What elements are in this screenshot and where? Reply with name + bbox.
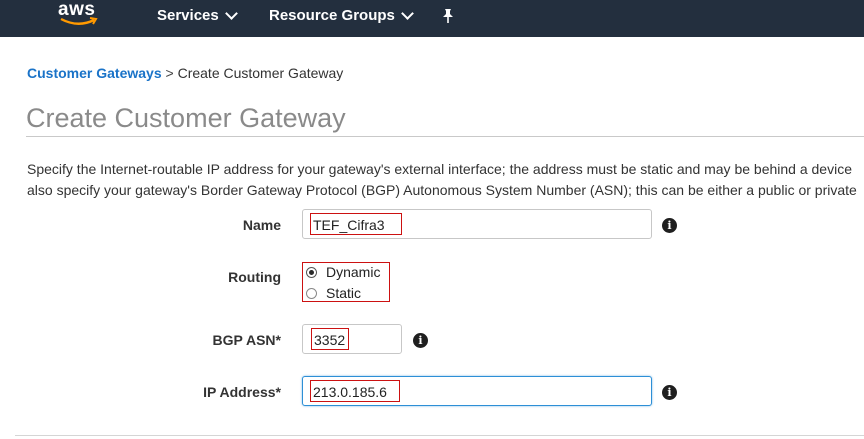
routing-option-dynamic[interactable]: Dynamic bbox=[306, 264, 380, 280]
routing-label: Routing bbox=[228, 269, 281, 285]
info-icon[interactable]: i bbox=[413, 333, 428, 348]
bgp-asn-value: 3352 bbox=[311, 328, 349, 350]
aws-logo[interactable]: aws bbox=[58, 0, 104, 34]
breadcrumb-separator: > bbox=[165, 65, 174, 81]
page-title: Create Customer Gateway bbox=[26, 103, 346, 133]
page-description: Specify the Internet-routable IP address… bbox=[27, 159, 857, 201]
breadcrumb-current: Create Customer Gateway bbox=[177, 65, 344, 81]
radio-dynamic[interactable] bbox=[306, 266, 317, 278]
description-line-1: Specify the Internet-routable IP address… bbox=[27, 161, 852, 177]
name-input[interactable]: TEF_Cifra3 bbox=[302, 209, 652, 239]
resource-groups-menu[interactable]: Resource Groups bbox=[269, 7, 414, 24]
name-label: Name bbox=[242, 217, 281, 233]
services-label: Services bbox=[157, 7, 219, 24]
breadcrumb: Customer Gateways > Create Customer Gate… bbox=[27, 65, 343, 81]
aws-smile-icon bbox=[60, 17, 98, 25]
info-icon[interactable]: i bbox=[662, 218, 677, 233]
top-nav-bar: aws Services Resource Groups bbox=[0, 0, 864, 37]
pin-icon[interactable] bbox=[441, 8, 455, 29]
bottom-divider bbox=[15, 435, 864, 436]
bgp-asn-label: BGP ASN* bbox=[212, 332, 281, 348]
description-line-2: also specify your gateway's Border Gatew… bbox=[27, 182, 857, 198]
ip-address-value: 213.0.185.6 bbox=[310, 380, 400, 402]
routing-option-label: Dynamic bbox=[326, 264, 381, 280]
ip-address-input[interactable]: 213.0.185.6 bbox=[302, 376, 652, 406]
radio-static[interactable] bbox=[306, 287, 317, 299]
chevron-down-icon bbox=[224, 7, 238, 20]
routing-option-static[interactable]: Static bbox=[306, 285, 361, 301]
chevron-down-icon bbox=[401, 7, 414, 20]
name-value: TEF_Cifra3 bbox=[310, 213, 402, 235]
breadcrumb-customer-gateways-link[interactable]: Customer Gateways bbox=[27, 65, 162, 81]
ip-address-label: IP Address* bbox=[203, 384, 281, 400]
routing-radio-group: Dynamic Static bbox=[302, 262, 390, 302]
routing-option-label: Static bbox=[326, 285, 362, 301]
resource-groups-label: Resource Groups bbox=[269, 7, 395, 24]
title-divider bbox=[26, 136, 864, 137]
info-icon[interactable]: i bbox=[662, 385, 677, 400]
services-menu[interactable]: Services bbox=[157, 7, 238, 24]
bgp-asn-input[interactable]: 3352 bbox=[302, 324, 402, 354]
